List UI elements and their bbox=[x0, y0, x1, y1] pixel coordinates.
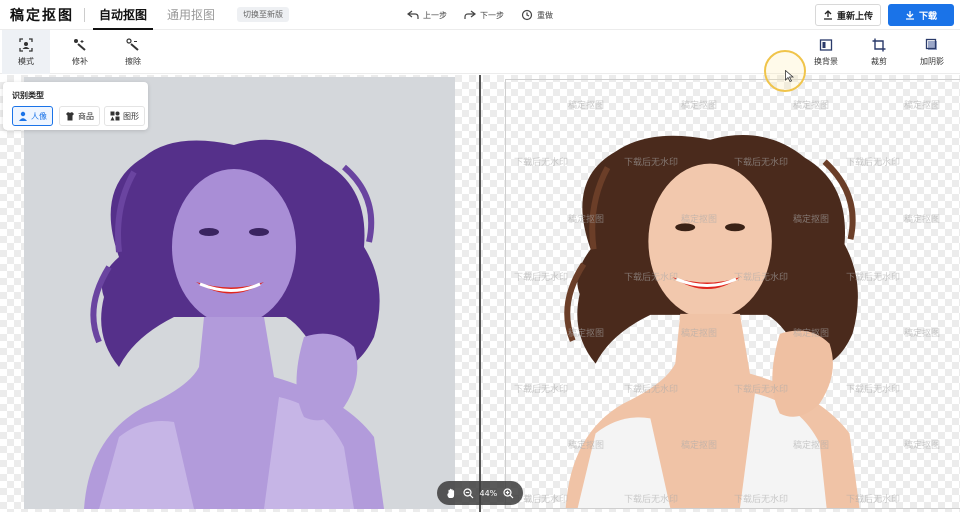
recognition-option-person-label: 人像 bbox=[31, 111, 47, 121]
reset-button[interactable]: 重做 bbox=[521, 0, 553, 30]
download-icon bbox=[905, 11, 914, 20]
zoom-out-icon[interactable] bbox=[463, 487, 474, 499]
person-icon bbox=[19, 111, 27, 121]
tool-crop[interactable]: 裁剪 bbox=[855, 30, 903, 74]
undo-icon bbox=[407, 10, 419, 19]
tool-repair[interactable]: 修补 bbox=[56, 30, 104, 74]
watermark-logo-text: 稿定抠图 bbox=[793, 101, 830, 111]
watermark-download-text: 下载后无水印 bbox=[846, 495, 901, 505]
watermark-logo-text: 稿定抠图 bbox=[568, 329, 605, 339]
watermark-download-text: 下载后无水印 bbox=[624, 495, 679, 505]
recognition-type-title: 识别类型 bbox=[12, 91, 44, 100]
zoom-level: 44% bbox=[479, 488, 498, 498]
compare-divider[interactable] bbox=[479, 75, 481, 512]
recognition-option-product-label: 商品 bbox=[78, 111, 94, 121]
redo-label: 下一步 bbox=[480, 10, 504, 20]
watermark-download-text: 下载后无水印 bbox=[846, 385, 901, 395]
toolbar: 模式 修补 擦除 换背景 裁剪 加阴影 bbox=[0, 30, 960, 74]
watermark-download-text: 下载后无水印 bbox=[624, 273, 679, 283]
shadow-icon bbox=[925, 38, 937, 50]
watermark-download-text: 下载后无水印 bbox=[624, 158, 679, 168]
portrait-original-image bbox=[24, 77, 455, 509]
watermark-logo-text: 稿定抠图 bbox=[904, 329, 941, 339]
watermark-logo-text: 稿定抠图 bbox=[681, 329, 718, 339]
reset-label: 重做 bbox=[537, 10, 553, 20]
redo-button[interactable]: 下一步 bbox=[464, 0, 504, 30]
switch-version-button[interactable]: 切换至新版 bbox=[237, 7, 290, 22]
zoom-in-icon[interactable] bbox=[503, 487, 514, 499]
shirt-icon bbox=[66, 112, 74, 121]
hand-pan-icon[interactable] bbox=[446, 488, 457, 499]
tool-erase[interactable]: 擦除 bbox=[109, 30, 157, 74]
watermark-download-text: 下载后无水印 bbox=[624, 385, 679, 395]
watermark-logo-text: 稿定抠图 bbox=[681, 441, 718, 451]
tool-erase-label: 擦除 bbox=[125, 56, 141, 66]
watermark-logo-text: 稿定抠图 bbox=[568, 215, 605, 225]
watermark-logo-text: 稿定抠图 bbox=[568, 101, 605, 111]
watermark-logo-text: 稿定抠图 bbox=[681, 101, 718, 111]
tab-general-cutout[interactable]: 通用抠图 bbox=[161, 0, 221, 30]
watermark-download-text: 下载后无水印 bbox=[846, 158, 901, 168]
watermark-logo-text: 稿定抠图 bbox=[793, 215, 830, 225]
undo-button[interactable]: 上一步 bbox=[407, 0, 447, 30]
tool-change-background-label: 换背景 bbox=[814, 56, 838, 66]
tool-repair-label: 修补 bbox=[72, 56, 88, 66]
watermark-logo-text: 稿定抠图 bbox=[568, 441, 605, 451]
tool-add-shadow[interactable]: 加阴影 bbox=[908, 30, 956, 74]
watermark-logo-text: 稿定抠图 bbox=[681, 215, 718, 225]
recognition-option-graphic-label: 图形 bbox=[123, 111, 139, 121]
watermark-download-text: 下载后无水印 bbox=[734, 158, 789, 168]
tool-crop-label: 裁剪 bbox=[871, 56, 887, 66]
mode-icon bbox=[19, 37, 33, 52]
zoom-control: 44% bbox=[437, 481, 523, 505]
tool-mode-label: 模式 bbox=[18, 56, 34, 66]
tab-auto-cutout[interactable]: 自动抠图 bbox=[93, 0, 154, 30]
watermark-download-text: 下载后无水印 bbox=[734, 495, 789, 505]
watermark-download-text: 下载后无水印 bbox=[514, 385, 569, 395]
reupload-label: 重新上传 bbox=[836, 11, 873, 22]
watermark-download-text: 下载后无水印 bbox=[846, 273, 901, 283]
tool-change-background[interactable]: 换背景 bbox=[802, 30, 850, 74]
watermark-logo-text: 稿定抠图 bbox=[904, 101, 941, 111]
repair-brush-icon bbox=[74, 38, 86, 51]
erase-brush-icon bbox=[126, 37, 139, 51]
tool-add-shadow-label: 加阴影 bbox=[920, 56, 944, 66]
undo-label: 上一步 bbox=[423, 10, 447, 20]
download-button[interactable]: 下载 bbox=[888, 4, 954, 26]
watermark-logo-text: 稿定抠图 bbox=[904, 215, 941, 225]
shapes-icon bbox=[110, 111, 120, 121]
recognition-option-person[interactable]: 人像 bbox=[12, 106, 53, 126]
logo-divider bbox=[84, 7, 85, 22]
recognition-option-graphic[interactable]: 图形 bbox=[104, 106, 145, 126]
original-image bbox=[24, 77, 455, 509]
recognition-option-product[interactable]: 商品 bbox=[59, 106, 100, 126]
history-icon bbox=[521, 9, 533, 21]
watermark-logo-text: 稿定抠图 bbox=[793, 441, 830, 451]
crop-icon bbox=[872, 38, 886, 51]
recognition-type-panel: 识别类型 人像 商品 图形 bbox=[3, 82, 148, 130]
app-logo[interactable]: 稿定抠图 bbox=[10, 5, 74, 25]
reupload-button[interactable]: 重新上传 bbox=[815, 4, 881, 26]
watermark-logo-text: 稿定抠图 bbox=[793, 329, 830, 339]
watermark-download-text: 下载后无水印 bbox=[734, 273, 789, 283]
watermark-download-text: 下载后无水印 bbox=[734, 385, 789, 395]
mouse-cursor-icon bbox=[785, 70, 794, 82]
tool-mode[interactable]: 模式 bbox=[2, 30, 50, 74]
editor-canvas[interactable]: 稿定抠图 稿定抠图 稿定抠图 稿定抠图 下载后无水印 下载后无水印 下载后无水印… bbox=[0, 75, 960, 512]
redo-icon bbox=[464, 10, 476, 19]
watermark-logo-text: 稿定抠图 bbox=[904, 441, 941, 451]
result-image: 稿定抠图 稿定抠图 稿定抠图 稿定抠图 下载后无水印 下载后无水印 下载后无水印… bbox=[505, 79, 960, 509]
watermark-download-text: 下载后无水印 bbox=[514, 273, 569, 283]
download-label: 下载 bbox=[918, 11, 937, 22]
background-icon bbox=[819, 38, 833, 51]
upload-icon bbox=[823, 10, 832, 20]
watermark-download-text: 下载后无水印 bbox=[514, 158, 569, 168]
